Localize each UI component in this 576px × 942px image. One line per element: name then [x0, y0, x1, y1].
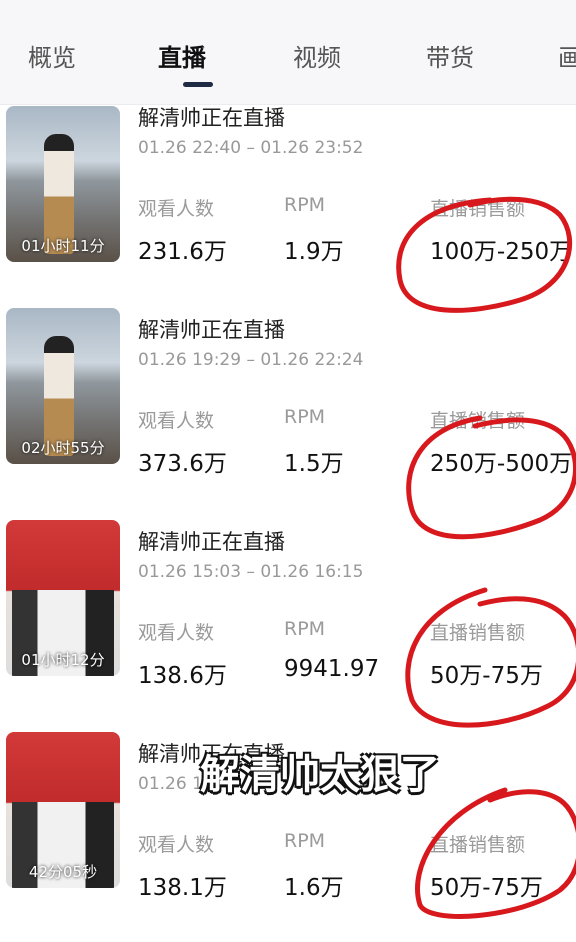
session-time: 01.26 1	[138, 774, 203, 794]
session-title: 解清帅正在直播	[138, 318, 285, 342]
viewers-value: 231.6万	[138, 239, 227, 265]
rpm-value: 1.5万	[284, 451, 344, 477]
rpm-value: 1.6万	[284, 875, 344, 901]
session-time: 01.26 19:29 – 01.26 22:24	[138, 350, 364, 370]
session-duration: 02小时55分	[21, 439, 105, 457]
video-caption: 解清帅太狠了	[200, 752, 440, 798]
sales-value: 100万-250万	[430, 239, 573, 265]
viewers-value: 138.6万	[138, 663, 227, 689]
session-duration: 42分05秒	[28, 863, 98, 881]
rpm-label: RPM	[284, 830, 326, 852]
viewers-label: 观看人数	[138, 410, 215, 432]
viewers-label: 观看人数	[138, 198, 215, 220]
session-duration: 01小时12分	[21, 651, 105, 669]
live-session-card[interactable]: 01小时11分 解清帅正在直播 01.26 22:40 – 01.26 23:5…	[0, 96, 576, 306]
viewers-label: 观看人数	[138, 834, 215, 856]
viewers-label: 观看人数	[138, 622, 215, 644]
session-time: 01.26 15:03 – 01.26 16:15	[138, 562, 364, 582]
sales-value: 50万-75万	[430, 875, 543, 901]
sales-label: 直播销售额	[430, 410, 526, 432]
tab-overview[interactable]: 概览	[28, 38, 76, 73]
session-duration: 01小时11分	[21, 237, 105, 255]
sales-value: 250万-500万	[430, 451, 573, 477]
rpm-label: RPM	[284, 406, 326, 428]
live-session-card[interactable]: 01小时12分 解清帅正在直播 01.26 15:03 – 01.26 16:1…	[0, 520, 576, 730]
tab-commerce[interactable]: 带货	[426, 38, 474, 73]
rpm-label: RPM	[284, 194, 326, 216]
tab-live[interactable]: 直播	[158, 38, 206, 73]
session-thumbnail[interactable]: 01小时12分	[6, 520, 120, 676]
sales-label: 直播销售额	[430, 834, 526, 856]
session-thumbnail[interactable]: 02小时55分	[6, 308, 120, 464]
rpm-value: 1.9万	[284, 239, 344, 265]
session-title: 解清帅正在直播	[138, 530, 285, 554]
tab-more[interactable]: 画	[558, 38, 576, 73]
viewers-value: 138.1万	[138, 875, 227, 901]
viewers-value: 373.6万	[138, 451, 227, 477]
session-title: 解清帅正在直播	[138, 106, 285, 130]
session-thumbnail[interactable]: 42分05秒	[6, 732, 120, 888]
session-time: 01.26 22:40 – 01.26 23:52	[138, 138, 364, 158]
sales-value: 50万-75万	[430, 663, 543, 689]
tab-bar: 概览 直播 视频 带货 画	[0, 0, 576, 105]
active-tab-indicator	[183, 82, 213, 87]
sales-label: 直播销售额	[430, 622, 526, 644]
rpm-label: RPM	[284, 618, 326, 640]
tab-video[interactable]: 视频	[293, 38, 341, 73]
rpm-value: 9941.97	[284, 656, 380, 682]
sales-label: 直播销售额	[430, 198, 526, 220]
live-session-card[interactable]: 02小时55分 解清帅正在直播 01.26 19:29 – 01.26 22:2…	[0, 308, 576, 518]
session-thumbnail[interactable]: 01小时11分	[6, 106, 120, 262]
